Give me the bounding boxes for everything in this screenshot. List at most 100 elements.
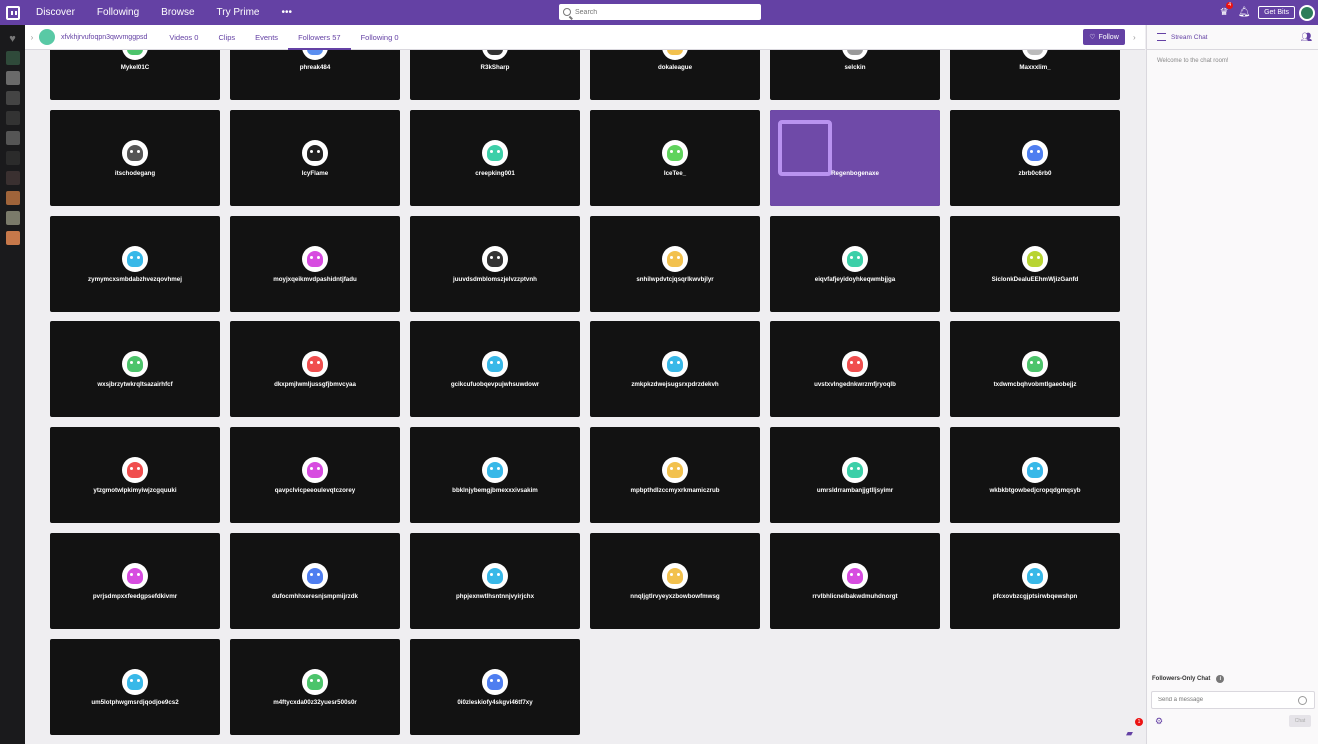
follower-avatar[interactable] — [842, 457, 868, 484]
nav-browse[interactable]: Browse — [150, 0, 205, 25]
chevron-left-icon[interactable]: › — [25, 33, 39, 42]
follower-name[interactable]: um5lotphwgmsrdjqodjoe9cs2 — [50, 699, 220, 706]
follow-button[interactable]: ♡ Follow — [1083, 29, 1125, 45]
follower-card[interactable]: bbklnjybemgjbmexxxivsakim — [410, 427, 580, 524]
follower-avatar[interactable] — [302, 50, 328, 60]
follower-card[interactable]: zbrb0c6rb0 — [950, 109, 1120, 206]
follower-card[interactable]: pvrjsdmpxxfeedgpsefdkivmr — [50, 533, 220, 629]
chevron-right-icon[interactable]: › — [1133, 33, 1136, 42]
follower-avatar[interactable] — [122, 139, 148, 166]
user-avatar[interactable] — [1299, 4, 1315, 21]
bell-icon[interactable]: 🔔︎ — [1234, 7, 1254, 18]
follower-card[interactable]: pfcxovbzcgjptsirwbqewshpn — [950, 533, 1120, 629]
follower-card[interactable]: Mykel01C — [50, 50, 220, 100]
heart-icon[interactable]: ♥ — [0, 33, 25, 45]
follower-avatar[interactable] — [302, 563, 328, 589]
follower-avatar[interactable] — [1022, 457, 1048, 484]
follower-name[interactable]: umrsldrrambanjjgtlljsyimr — [770, 487, 940, 494]
follower-avatar[interactable] — [482, 139, 508, 166]
follower-card[interactable]: selckin — [770, 50, 940, 100]
tab-followers[interactable]: Followers 57 — [288, 25, 351, 50]
follower-avatar[interactable] — [482, 668, 508, 695]
followed-channel-thumb[interactable] — [5, 151, 20, 165]
get-bits-button[interactable]: Get Bits — [1258, 6, 1295, 19]
follower-name[interactable]: rrvlbhlicnelbakwdmuhdnorgt — [770, 593, 940, 600]
follower-name[interactable]: m4ftycxda00z32yuesr500s0r — [230, 699, 400, 706]
follower-name[interactable]: mpbpthdlzccmyxrkmamiczrub — [590, 487, 760, 494]
followed-channel-thumb[interactable] — [5, 131, 20, 145]
follower-avatar[interactable] — [842, 50, 868, 60]
follower-name[interactable]: bbklnjybemgjbmexxxivsakim — [410, 487, 580, 494]
follower-avatar[interactable] — [662, 457, 688, 484]
follower-card[interactable]: phpjexnwtlhsntnnjvyirjchx — [410, 533, 580, 629]
follower-card[interactable]: ytzgmotwlpkimyiwjzcgquuki — [50, 427, 220, 524]
follower-card[interactable]: eiqvfafjeyidoyhkeqwmbjjga — [770, 215, 940, 312]
follower-name[interactable]: zymymcxsmbdabzhvezqovhmej — [50, 276, 220, 283]
follower-name[interactable]: Regenbogenaxe — [770, 170, 940, 177]
twitch-logo-icon[interactable] — [0, 0, 25, 25]
follower-avatar[interactable] — [302, 245, 328, 272]
follower-card[interactable]: moyjxqeikmvdpashidntjfadu — [230, 215, 400, 312]
follower-avatar[interactable] — [482, 351, 508, 378]
follower-avatar[interactable] — [482, 245, 508, 272]
follower-avatar[interactable] — [662, 50, 688, 60]
whispers-icon[interactable]: ▰ — [1126, 728, 1133, 739]
follower-card[interactable]: R3kSharp — [410, 50, 580, 100]
follower-card[interactable]: gcikcufuobqevpujwhsuwdowr — [410, 321, 580, 418]
follower-card[interactable]: Maxxxlim_ — [950, 50, 1120, 100]
gear-icon[interactable]: ⚙ — [1155, 716, 1163, 727]
follower-card[interactable]: umrsldrrambanjjgtlljsyimr — [770, 427, 940, 524]
follower-card[interactable]: uvstxvlngednkwrzmfjryoqlb — [770, 321, 940, 418]
chat-menu-icon[interactable] — [1157, 33, 1166, 41]
follower-name[interactable]: R3kSharp — [410, 64, 580, 71]
follower-name[interactable]: Mykel01C — [50, 64, 220, 71]
followed-channel-thumb[interactable] — [5, 71, 20, 85]
followed-channel-thumb[interactable] — [5, 231, 20, 245]
follower-avatar[interactable] — [302, 457, 328, 484]
follower-card[interactable]: wxsjbrzytwkrqltsazairhfcf — [50, 321, 220, 418]
follower-name[interactable]: qavpclvicpeeoulevqtczorey — [230, 487, 400, 494]
follower-avatar[interactable] — [122, 351, 148, 378]
follower-avatar[interactable] — [482, 457, 508, 484]
follower-card[interactable]: zymymcxsmbdabzhvezqovhmej — [50, 215, 220, 312]
follower-name[interactable]: ytzgmotwlpkimyiwjzcgquuki — [50, 487, 220, 494]
follower-card[interactable]: phreak484 — [230, 50, 400, 100]
follower-card[interactable]: rrvlbhlicnelbakwdmuhdnorgt — [770, 533, 940, 629]
follower-avatar[interactable] — [1022, 50, 1048, 60]
follower-card[interactable]: juuvdsdmblomszjelvzzptvnh — [410, 215, 580, 312]
crown-icon[interactable]: ♛ 4 — [1214, 2, 1234, 18]
channel-avatar[interactable] — [39, 29, 55, 45]
follower-name[interactable]: IceTee_ — [590, 170, 760, 177]
follower-avatar[interactable] — [1022, 351, 1048, 378]
follower-card[interactable]: snhilwpdvtcjqsqrlkwvbjlyr — [590, 215, 760, 312]
follower-avatar[interactable] — [662, 563, 688, 589]
follower-avatar[interactable] — [482, 50, 508, 60]
chat-message-input[interactable] — [1158, 697, 1298, 703]
follower-name[interactable]: phpjexnwtlhsntnnjvyirjchx — [410, 593, 580, 600]
nav-following[interactable]: Following — [86, 0, 150, 25]
follower-card[interactable]: IcyFlame — [230, 109, 400, 206]
follower-avatar[interactable] — [122, 668, 148, 695]
follower-avatar[interactable] — [1022, 245, 1048, 272]
follower-avatar[interactable] — [1022, 139, 1048, 166]
follower-avatar[interactable] — [482, 563, 508, 589]
follower-name[interactable]: txdwmcbqhvobmtlgaeobejjz — [950, 381, 1120, 388]
follower-card[interactable]: zmkpkzdwejsugsrxpdrzdekvh — [590, 321, 760, 418]
follower-avatar[interactable] — [842, 245, 868, 272]
follower-name[interactable]: pfcxovbzcgjptsirwbqewshpn — [950, 593, 1120, 600]
follower-card[interactable]: m4ftycxda00z32yuesr500s0r — [230, 638, 400, 735]
follower-name[interactable]: wkbkbtgowbedjcropqdgmqsyb — [950, 487, 1120, 494]
tab-events[interactable]: Events — [245, 25, 288, 50]
follower-name[interactable]: dkxpmjlwmljussgfjbmvcyaa — [230, 381, 400, 388]
follower-name[interactable]: dokaleague — [590, 64, 760, 71]
nav-try-prime[interactable]: Try Prime — [206, 0, 271, 25]
more-menu-button[interactable]: ••• — [270, 0, 303, 25]
follower-name[interactable]: zmkpkzdwejsugsrxpdrzdekvh — [590, 381, 760, 388]
follower-avatar[interactable] — [302, 351, 328, 378]
follower-card[interactable]: dufocmhhxeresnjsmpmijrzdk — [230, 533, 400, 629]
follower-avatar[interactable] — [302, 668, 328, 695]
follower-name[interactable]: creepking001 — [410, 170, 580, 177]
info-icon[interactable]: i — [1216, 675, 1225, 683]
follower-card[interactable]: txdwmcbqhvobmtlgaeobejjz — [950, 321, 1120, 418]
follower-card[interactable]: itschodegang — [50, 109, 220, 206]
